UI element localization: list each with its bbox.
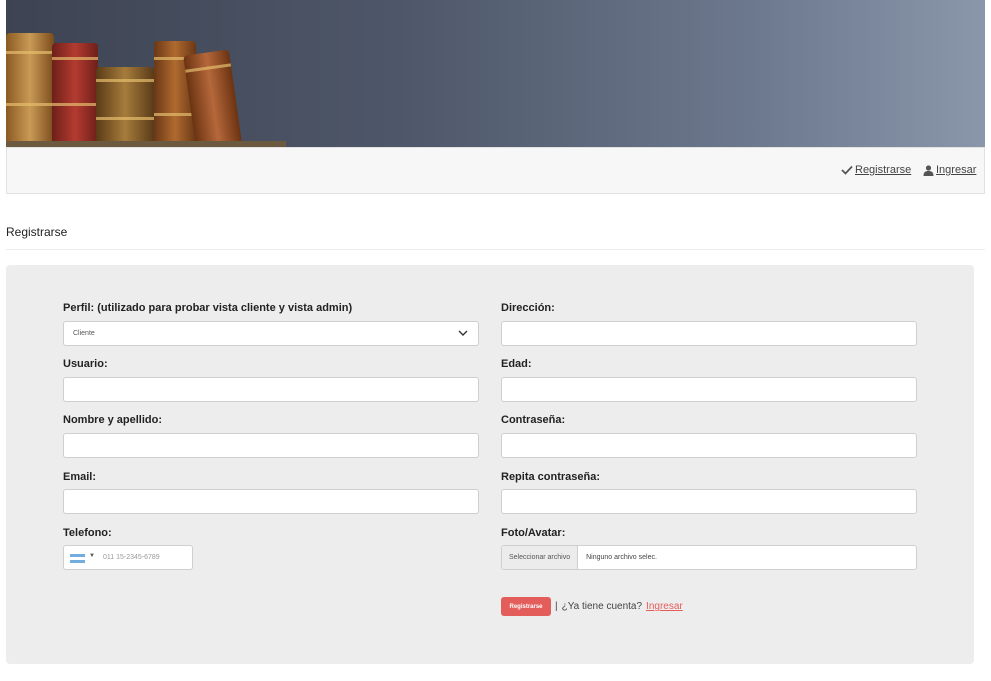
register-form-panel: Perfil: (utilizado para probar vista cli… bbox=[6, 265, 974, 664]
repita-label: Repita contraseña: bbox=[501, 471, 601, 483]
file-status: Ninguno archivo selec. bbox=[586, 554, 657, 561]
foto-file-input[interactable]: Seleccionar archivo Ninguno archivo sele… bbox=[501, 545, 917, 570]
argentina-flag-icon[interactable] bbox=[70, 554, 85, 563]
usuario-field[interactable] bbox=[63, 377, 479, 402]
header-banner-image bbox=[6, 0, 985, 147]
usuario-input[interactable] bbox=[64, 378, 478, 401]
divider bbox=[6, 249, 985, 250]
contrasena-input[interactable] bbox=[502, 434, 916, 457]
repita-input[interactable] bbox=[502, 490, 916, 513]
telefono-label: Telefono: bbox=[63, 527, 112, 539]
telefono-placeholder: 011 15-2345-6789 bbox=[103, 554, 160, 561]
book-image bbox=[96, 67, 154, 147]
account-question: ¿Ya tiene cuenta? bbox=[561, 601, 643, 612]
contrasena-field[interactable] bbox=[501, 433, 917, 458]
nombre-label: Nombre y apellido: bbox=[63, 414, 163, 426]
page-title: Registrarse bbox=[6, 225, 68, 239]
email-label: Email: bbox=[63, 471, 97, 483]
register-button[interactable]: Registrarse bbox=[501, 597, 551, 616]
book-image bbox=[52, 43, 98, 147]
edad-field[interactable] bbox=[501, 377, 917, 402]
submit-row: Registrarse | ¿Ya tiene cuenta? Ingresar bbox=[501, 597, 683, 616]
foto-label: Foto/Avatar: bbox=[501, 527, 566, 539]
repita-field[interactable] bbox=[501, 489, 917, 514]
nav-register-link[interactable]: Registrarse bbox=[841, 164, 911, 176]
nombre-input[interactable] bbox=[64, 434, 478, 457]
select-file-button[interactable]: Seleccionar archivo bbox=[502, 546, 579, 569]
contrasena-label: Contraseña: bbox=[501, 414, 566, 426]
perfil-selected-value: Cliente bbox=[73, 330, 95, 337]
direccion-field[interactable] bbox=[501, 321, 917, 346]
edad-input[interactable] bbox=[502, 378, 916, 401]
separator: | bbox=[555, 601, 558, 612]
email-field[interactable] bbox=[63, 489, 479, 514]
book-image bbox=[6, 33, 54, 147]
nav-login-link[interactable]: Ingresar bbox=[923, 164, 976, 176]
nombre-field[interactable] bbox=[63, 433, 479, 458]
direccion-input[interactable] bbox=[502, 322, 916, 345]
telefono-field[interactable]: ▼ 011 15-2345-6789 bbox=[63, 545, 193, 570]
chevron-down-icon bbox=[458, 330, 468, 336]
perfil-select[interactable]: Cliente bbox=[63, 321, 479, 346]
login-link[interactable]: Ingresar bbox=[646, 601, 683, 612]
user-icon bbox=[923, 164, 934, 176]
perfil-label: Perfil: (utilizado para probar vista cli… bbox=[63, 302, 353, 314]
direccion-label: Dirección: bbox=[501, 302, 555, 314]
usuario-label: Usuario: bbox=[63, 358, 108, 370]
top-navbar: Registrarse Ingresar bbox=[6, 147, 985, 194]
caret-down-icon[interactable]: ▼ bbox=[89, 553, 95, 559]
email-input[interactable] bbox=[64, 490, 478, 513]
nav-register-label: Registrarse bbox=[855, 164, 912, 176]
check-icon bbox=[841, 165, 853, 175]
edad-label: Edad: bbox=[501, 358, 532, 370]
nav-login-label: Ingresar bbox=[936, 164, 977, 176]
